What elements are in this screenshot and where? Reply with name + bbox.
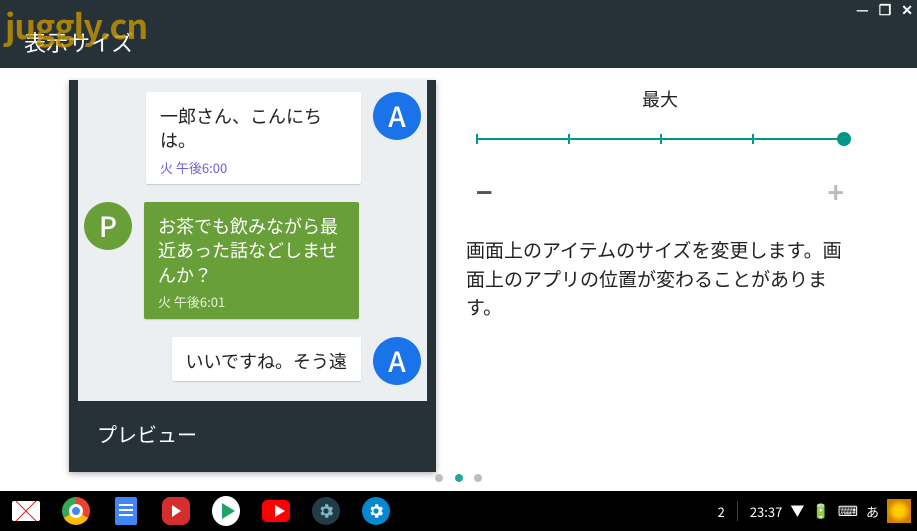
notification-count[interactable]: 2 bbox=[718, 502, 725, 521]
avatar: P bbox=[84, 202, 132, 250]
taskbar: 2 23:37 ▼ 🔋 ⌨ あ bbox=[0, 491, 917, 531]
gmail-icon[interactable] bbox=[12, 497, 40, 525]
avatar: A bbox=[373, 92, 421, 140]
app-header: 表示サイズ bbox=[0, 0, 917, 68]
settings-panel: 最大 − + 画面上のアイテムのサイズを変更します。画面上のアプリの位置が変わる… bbox=[460, 86, 860, 322]
close-button[interactable]: ✕ bbox=[901, 0, 913, 20]
taskbar-apps bbox=[6, 497, 390, 525]
settings-dark-icon[interactable] bbox=[312, 497, 340, 525]
chat-message: いいですね。そう遠 A bbox=[84, 337, 421, 385]
play-store-icon[interactable] bbox=[212, 497, 240, 525]
page-dot[interactable] bbox=[455, 474, 463, 482]
page-dot[interactable] bbox=[474, 474, 482, 482]
window-controls: — ❐ ✕ bbox=[856, 0, 913, 20]
slider-buttons: − + bbox=[476, 172, 844, 212]
wifi-icon[interactable]: ▼ bbox=[790, 501, 804, 521]
chat-preview: 一郎さん、こんにちは。 火 午後6:00 A P お茶でも飲みながら最近あった話… bbox=[78, 80, 427, 401]
slider-value-label: 最大 bbox=[460, 86, 860, 112]
chat-bubble: お茶でも飲みながら最近あった話などしませんか？ 火 午後6:01 bbox=[144, 202, 359, 318]
content-area: 一郎さん、こんにちは。 火 午後6:00 A P お茶でも飲みながら最近あった話… bbox=[0, 68, 917, 491]
battery-icon[interactable]: 🔋 bbox=[812, 501, 829, 521]
slider-tick bbox=[660, 134, 662, 144]
user-avatar-icon[interactable] bbox=[887, 499, 911, 523]
slider-tick bbox=[568, 134, 570, 144]
tray-separator bbox=[737, 501, 738, 521]
settings-description: 画面上のアイテムのサイズを変更します。画面上のアプリの位置が変わることがあります… bbox=[466, 236, 854, 322]
increase-button: + bbox=[827, 172, 844, 212]
page-indicator bbox=[0, 463, 917, 487]
page-title: 表示サイズ bbox=[24, 26, 133, 58]
preview-label: プレビュー bbox=[69, 401, 436, 466]
clock[interactable]: 23:37 bbox=[750, 502, 782, 521]
docs-icon[interactable] bbox=[112, 497, 140, 525]
chat-text: いいですね。そう遠 bbox=[186, 349, 347, 373]
chat-bubble: いいですね。そう遠 bbox=[172, 337, 361, 381]
chat-bubble: 一郎さん、こんにちは。 火 午後6:00 bbox=[146, 92, 361, 184]
slider-tick bbox=[752, 134, 754, 144]
youtube-kids-icon[interactable] bbox=[162, 497, 190, 525]
chat-timestamp: 火 午後6:00 bbox=[160, 159, 347, 177]
slider-thumb[interactable] bbox=[837, 132, 851, 146]
chrome-icon[interactable] bbox=[62, 497, 90, 525]
youtube-icon[interactable] bbox=[262, 497, 290, 525]
avatar: A bbox=[373, 337, 421, 385]
decrease-button[interactable]: − bbox=[476, 172, 493, 212]
keyboard-icon[interactable]: ⌨ bbox=[838, 501, 858, 521]
display-size-slider[interactable] bbox=[476, 124, 844, 154]
chat-text: お茶でも飲みながら最近あった話などしませんか？ bbox=[158, 214, 345, 287]
slider-tick bbox=[476, 134, 478, 144]
chat-text: 一郎さん、こんにちは。 bbox=[160, 104, 347, 153]
chat-timestamp: 火 午後6:01 bbox=[158, 293, 345, 311]
settings-blue-icon[interactable] bbox=[362, 497, 390, 525]
chat-message: P お茶でも飲みながら最近あった話などしませんか？ 火 午後6:01 bbox=[84, 202, 421, 318]
preview-card: 一郎さん、こんにちは。 火 午後6:00 A P お茶でも飲みながら最近あった話… bbox=[69, 80, 436, 472]
ime-indicator[interactable]: あ bbox=[866, 502, 879, 521]
restore-button[interactable]: ❐ bbox=[879, 0, 892, 20]
chat-message: 一郎さん、こんにちは。 火 午後6:00 A bbox=[84, 92, 421, 184]
system-tray[interactable]: 2 23:37 ▼ 🔋 ⌨ あ bbox=[718, 499, 911, 523]
minimize-button[interactable]: — bbox=[856, 0, 869, 20]
page-dot[interactable] bbox=[435, 474, 443, 482]
